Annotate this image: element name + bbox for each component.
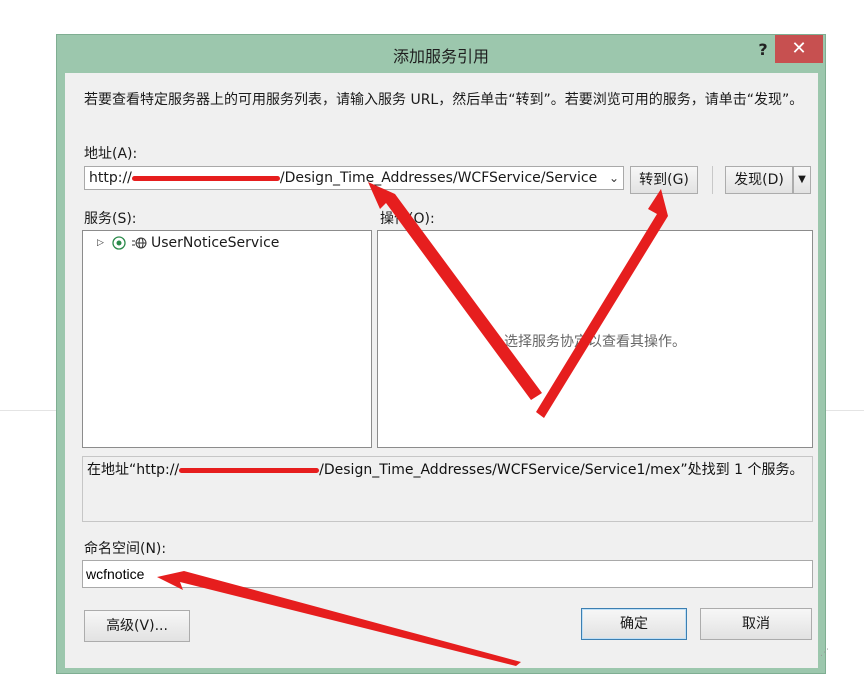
expand-triangle-icon[interactable]: ▷ xyxy=(97,238,107,248)
tree-item[interactable]: ▷ UserNoticeService xyxy=(97,235,279,251)
title-bar[interactable]: 添加服务引用 ? ✕ xyxy=(57,35,825,72)
close-icon: ✕ xyxy=(791,38,807,59)
triangle-down-icon: ▼ xyxy=(798,174,806,185)
toolbar-separator xyxy=(712,166,713,194)
redaction-mark xyxy=(131,175,280,181)
cancel-button[interactable]: 取消 xyxy=(700,608,812,640)
namespace-input[interactable] xyxy=(82,560,813,588)
status-message: 在地址“http:///Design_Time_Addresses/WCFSer… xyxy=(82,456,813,522)
operations-placeholder: 选择服务协定以查看其操作。 xyxy=(504,334,686,350)
instructions-text: 若要查看特定服务器上的可用服务列表，请输入服务 URL，然后单击“转到”。若要浏… xyxy=(84,92,804,108)
redaction-mark xyxy=(179,467,320,473)
services-tree[interactable]: ▷ UserNoticeService xyxy=(82,230,372,448)
address-value: http:///Design_Time_Addresses/WCFService… xyxy=(89,170,598,186)
operations-label: 操作(O): xyxy=(380,211,435,227)
background-divider-right xyxy=(826,410,864,411)
dialog-title: 添加服务引用 xyxy=(392,47,489,66)
background-divider-left xyxy=(0,410,58,411)
close-button[interactable]: ✕ xyxy=(775,35,823,63)
chevron-down-icon[interactable]: ⌄ xyxy=(609,171,619,185)
ok-button[interactable]: 确定 xyxy=(581,608,687,640)
advanced-button[interactable]: 高级(V)... xyxy=(84,610,190,642)
resize-grip-icon[interactable]: ⋰ xyxy=(820,648,829,658)
address-combobox[interactable]: http:///Design_Time_Addresses/WCFService… xyxy=(84,166,624,190)
help-button[interactable]: ? xyxy=(751,39,775,61)
globe-icon xyxy=(132,237,147,249)
services-label: 服务(S): xyxy=(84,211,137,227)
discover-button[interactable]: 发现(D) xyxy=(725,166,793,194)
go-button[interactable]: 转到(G) xyxy=(630,166,698,194)
namespace-label: 命名空间(N): xyxy=(84,541,167,557)
operations-list[interactable]: 选择服务协定以查看其操作。 xyxy=(377,230,813,448)
tree-item-label: UserNoticeService xyxy=(151,235,280,251)
address-label: 地址(A): xyxy=(84,146,138,162)
discover-dropdown-button[interactable]: ▼ xyxy=(793,166,811,194)
service-icon xyxy=(112,236,126,250)
